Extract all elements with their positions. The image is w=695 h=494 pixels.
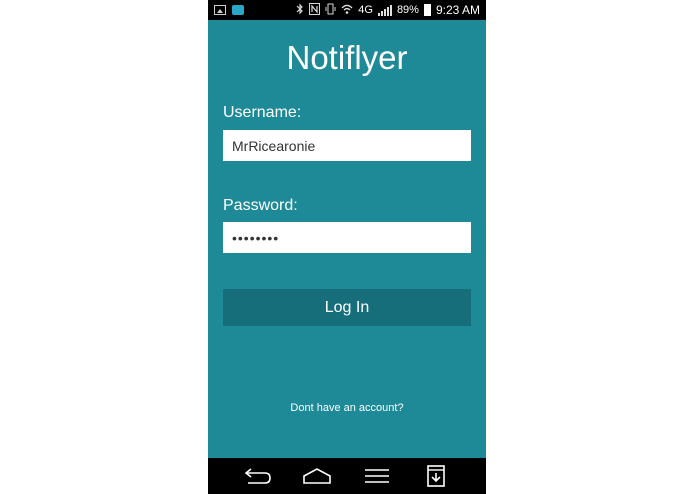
battery-percent: 89%: [396, 4, 419, 16]
phone-screen: 4G 89% 9:23 AM Notiflyer Username: Passw…: [208, 0, 486, 494]
navigation-bar: [208, 458, 486, 494]
username-input[interactable]: [223, 130, 471, 161]
system-tray: 4G 89% 9:23 AM: [296, 2, 480, 18]
back-icon: [244, 468, 271, 484]
app-title: Notiflyer: [286, 39, 408, 76]
vibrate-icon: [325, 3, 336, 18]
mail-icon: [232, 5, 244, 15]
clock: 9:23 AM: [435, 3, 480, 17]
password-input[interactable]: [223, 222, 471, 253]
notification-area: [214, 5, 244, 15]
login-button[interactable]: Log In: [223, 289, 471, 326]
menu-icon: [364, 469, 389, 483]
home-button[interactable]: [299, 462, 335, 490]
lte-icon: 4G: [358, 4, 373, 16]
status-bar: 4G 89% 9:23 AM: [208, 0, 486, 20]
battery-icon: [423, 4, 431, 16]
image-icon: [214, 5, 226, 15]
username-label: Username:: [223, 104, 302, 121]
back-button[interactable]: [240, 462, 276, 490]
signup-link[interactable]: Dont have an account?: [208, 402, 486, 414]
menu-button[interactable]: [359, 462, 395, 490]
download-icon: [427, 465, 446, 487]
signal-icon: [377, 4, 392, 16]
password-label: Password:: [223, 197, 298, 214]
nfc-icon: [309, 2, 321, 18]
wifi-icon: [341, 3, 353, 18]
bluetooth-icon: [296, 3, 304, 18]
home-icon: [303, 468, 332, 484]
download-button[interactable]: [418, 462, 454, 490]
